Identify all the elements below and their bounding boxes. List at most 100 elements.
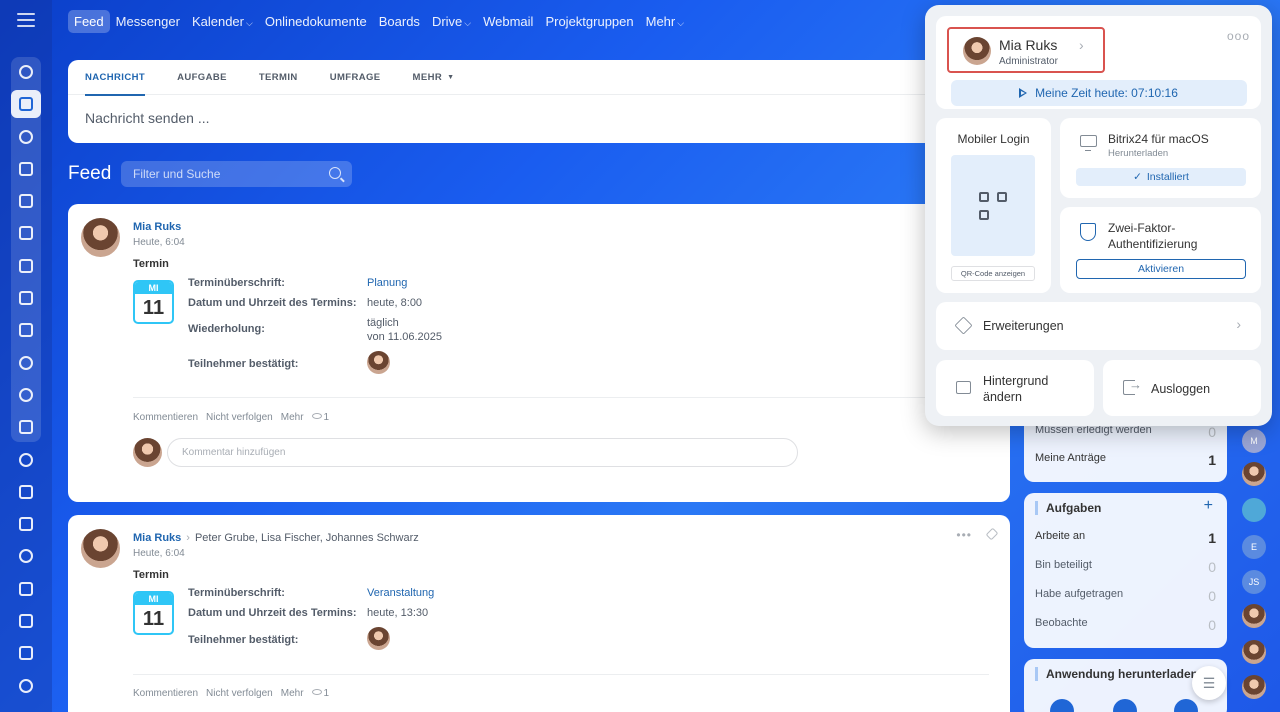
widget-row[interactable]: Müssen erledigt werden 0	[1035, 424, 1216, 440]
menu-icon[interactable]	[17, 13, 35, 27]
avatar[interactable]: M	[1242, 429, 1266, 453]
chevron-right-icon: ›	[1079, 37, 1084, 53]
avatar[interactable]	[1242, 640, 1266, 664]
nav-drive[interactable]: Drive ⌵	[426, 10, 477, 33]
tab-message[interactable]: NACHRICHT	[85, 60, 146, 96]
sidebar-messenger-icon[interactable]	[11, 123, 41, 151]
widget-row[interactable]: Beobachte 0	[1035, 617, 1216, 633]
avatar[interactable]: JS	[1242, 570, 1266, 594]
user-profile-link[interactable]: Mia Ruks › Administrator	[947, 27, 1105, 73]
logout-button[interactable]: Ausloggen	[1103, 360, 1261, 416]
participant-avatar[interactable]	[367, 351, 390, 374]
sidebar-presentation-icon[interactable]	[11, 413, 41, 441]
sidebar-store-icon[interactable]	[11, 575, 41, 603]
sidebar-box-icon[interactable]	[11, 510, 41, 538]
event-title-value[interactable]: Planung	[367, 277, 407, 289]
logout-label: Ausloggen	[1151, 382, 1211, 396]
extensions-item[interactable]: Erweiterungen ›	[936, 302, 1261, 350]
widget-row[interactable]: Habe aufgetragen 0	[1035, 588, 1216, 604]
sidebar-settings-hex-icon[interactable]	[11, 381, 41, 409]
add-task-button[interactable]: +	[1204, 497, 1213, 515]
list-icon[interactable]: ☰	[1192, 666, 1226, 700]
work-time-button[interactable]: Meine Zeit heute: 07:10:16	[951, 80, 1247, 106]
sidebar-gear-icon[interactable]	[11, 672, 41, 700]
nav-more[interactable]: Mehr ⌵	[640, 10, 690, 33]
tasks-widget: Aufgaben + Arbeite an 1 Bin beteiligt 0 Ha…	[1024, 493, 1227, 648]
unfollow-link[interactable]: Nicht verfolgen	[206, 688, 273, 699]
post-type: Termin	[133, 569, 169, 581]
participant-avatar[interactable]	[367, 627, 390, 650]
installed-button[interactable]: ✓ Installiert	[1076, 168, 1246, 186]
linux-icon[interactable]	[1174, 699, 1198, 712]
nav-boards[interactable]: Boards	[373, 10, 426, 33]
avatar[interactable]	[1242, 604, 1266, 628]
sidebar-drive-icon[interactable]	[11, 252, 41, 280]
sidebar-filter-icon[interactable]	[11, 284, 41, 312]
sidebar-robot-icon[interactable]	[11, 542, 41, 570]
widget-row[interactable]: Meine Anträge 1	[1035, 452, 1216, 468]
widget-row[interactable]: Arbeite an 1	[1035, 530, 1216, 546]
apple-icon[interactable]	[1050, 699, 1074, 712]
event-title-label: Terminüberschrift:	[188, 277, 285, 289]
event-title-label: Terminüberschrift:	[188, 587, 285, 599]
image-icon	[956, 381, 971, 394]
event-title-value[interactable]: Veranstaltung	[367, 587, 434, 599]
sidebar-target-icon[interactable]	[11, 446, 41, 474]
post-author[interactable]: Mia Ruks	[133, 221, 181, 233]
left-sidebar	[0, 0, 52, 712]
tab-event[interactable]: TERMIN	[259, 60, 298, 95]
comment-link[interactable]: Kommentieren	[133, 688, 198, 699]
activate-button[interactable]: Aktivieren	[1076, 259, 1246, 279]
sidebar-documents-icon[interactable]	[11, 187, 41, 215]
nav-feed[interactable]: Feed	[68, 9, 110, 33]
sidebar-calendar-icon[interactable]	[11, 155, 41, 183]
sidebar-sign-icon[interactable]	[11, 607, 41, 635]
sidebar-groups-icon[interactable]	[11, 349, 41, 377]
sidebar-collab-icon[interactable]	[11, 58, 41, 86]
post-type: Termin	[133, 258, 169, 270]
nav-project-groups[interactable]: Projektgruppen	[539, 10, 639, 33]
avatar[interactable]: E	[1242, 535, 1266, 559]
extensions-label: Erweiterungen	[983, 319, 1064, 333]
tab-task[interactable]: AUFGABE	[177, 60, 227, 95]
post-author[interactable]: Mia Ruks › Peter Grube, Lisa Fischer, Joha…	[133, 532, 419, 544]
avatar[interactable]	[81, 218, 120, 257]
eye-icon	[311, 413, 322, 419]
tab-more[interactable]: MEHR ▼	[413, 60, 455, 95]
sidebar-cart-icon[interactable]	[11, 478, 41, 506]
unfollow-link[interactable]: Nicht verfolgen	[206, 412, 273, 423]
change-background-button[interactable]: Hintergrund ändern	[936, 360, 1094, 416]
nav-calendar[interactable]: Kalender ⌵	[186, 10, 259, 33]
more-link[interactable]: Mehr	[281, 688, 304, 699]
windows-icon[interactable]	[1113, 699, 1137, 712]
sidebar-mail-icon[interactable]	[11, 316, 41, 344]
widget-row[interactable]: Bin beteiligt 0	[1035, 559, 1216, 575]
widget-title[interactable]: Aufgaben	[1035, 501, 1101, 515]
avatar[interactable]	[1242, 498, 1266, 522]
shield-icon	[1080, 223, 1096, 241]
message-input[interactable]: Nachricht senden ...	[68, 95, 1010, 141]
event-date-value: heute, 13:30	[367, 607, 429, 619]
avatar[interactable]	[81, 529, 120, 568]
comment-link[interactable]: Kommentieren	[133, 412, 198, 423]
tab-poll[interactable]: UMFRAGE	[330, 60, 381, 95]
comment-input[interactable]: Kommentar hinzufügen	[167, 438, 798, 467]
nav-online-documents[interactable]: Onlinedokumente	[259, 10, 373, 33]
show-qr-button[interactable]: QR-Code anzeigen	[951, 266, 1035, 281]
nav-webmail[interactable]: Webmail	[477, 10, 539, 33]
avatar[interactable]	[1242, 462, 1266, 486]
sidebar-tasks-icon[interactable]	[11, 219, 41, 247]
avatar[interactable]	[1242, 675, 1266, 699]
nav-messenger[interactable]: Messenger	[110, 10, 186, 33]
sidebar-analytics-icon[interactable]	[11, 639, 41, 667]
calendar-icon: MI 11	[133, 280, 174, 324]
post-recipients[interactable]: Peter Grube, Lisa Fischer, Johannes Schw…	[195, 532, 419, 544]
desktop-app-subtitle[interactable]: Herunterladen	[1108, 148, 1168, 159]
more-icon[interactable]: •••	[956, 528, 972, 542]
more-link[interactable]: Mehr	[281, 412, 304, 423]
pin-icon[interactable]	[985, 527, 999, 541]
event-repeat-from: von 11.06.2025	[367, 331, 443, 343]
more-icon[interactable]: ooo	[1227, 29, 1250, 43]
sidebar-feed-icon[interactable]	[11, 90, 41, 118]
filter-search-input[interactable]: Filter und Suche	[121, 161, 352, 187]
